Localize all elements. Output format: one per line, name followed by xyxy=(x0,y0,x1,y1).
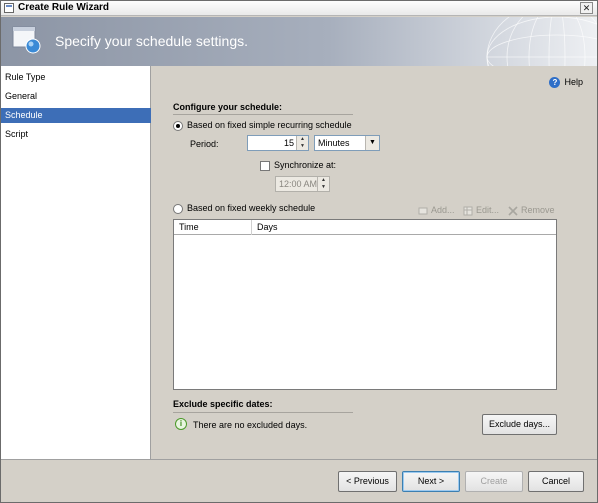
configure-schedule-heading: Configure your schedule: xyxy=(173,102,283,112)
nav-item-general[interactable]: General xyxy=(1,89,151,104)
column-header-time[interactable]: Time xyxy=(174,220,252,235)
table-header: Time Days xyxy=(174,220,556,235)
sync-time-stepper[interactable]: 12:00 AM ▲ ▼ xyxy=(275,176,330,192)
edit-icon xyxy=(463,206,473,216)
help-icon: ? xyxy=(549,77,561,89)
weekly-schedule-radio[interactable] xyxy=(173,203,183,214)
no-excluded-days-text: There are no excluded days. xyxy=(193,420,308,430)
recurring-schedule-option[interactable]: Based on fixed simple recurring schedule xyxy=(173,119,352,131)
section-divider xyxy=(173,114,353,115)
edit-label: Edit... xyxy=(476,205,500,215)
remove-label: Remove xyxy=(521,205,555,215)
help-link[interactable]: ? Help xyxy=(549,77,583,89)
synchronize-option[interactable]: Synchronize at: xyxy=(260,159,336,171)
sync-time-spin-buttons[interactable]: ▲ ▼ xyxy=(317,177,329,191)
wizard-step-icon xyxy=(12,26,41,54)
period-unit-select[interactable]: Minutes ▼ xyxy=(314,135,380,151)
exclude-dates-heading: Exclude specific dates: xyxy=(173,399,273,409)
period-stepper[interactable]: 15 ▲ ▼ xyxy=(247,135,309,151)
globe-watermark-icon xyxy=(486,17,597,66)
weekly-schedule-label: Based on fixed weekly schedule xyxy=(187,203,316,213)
synchronize-label: Synchronize at: xyxy=(274,160,337,170)
previous-button[interactable]: < Previous xyxy=(338,471,397,492)
wizard-footer: < Previous Next > Create Cancel xyxy=(1,459,597,502)
wizard-step-nav: Rule Type General Schedule Script xyxy=(1,66,151,459)
window-title: Create Rule Wizard xyxy=(18,2,110,13)
edit-button[interactable]: Edit... xyxy=(463,205,499,216)
title-bar[interactable]: Create Rule Wizard ✕ xyxy=(1,1,597,16)
sync-time-value: 12:00 AM xyxy=(279,179,318,189)
section-divider xyxy=(173,412,353,413)
spin-down-icon[interactable]: ▼ xyxy=(318,184,329,191)
close-button[interactable]: ✕ xyxy=(580,2,593,14)
remove-button[interactable]: Remove xyxy=(508,205,555,216)
period-spin-buttons[interactable]: ▲ ▼ xyxy=(296,136,308,150)
recurring-schedule-radio[interactable] xyxy=(173,120,183,131)
add-icon xyxy=(418,207,428,215)
synchronize-checkbox[interactable] xyxy=(260,160,270,171)
banner-title: Specify your schedule settings. xyxy=(55,33,248,49)
schedule-settings-pane: ? Help Configure your schedule: Based on … xyxy=(152,66,597,459)
add-button[interactable]: Add... xyxy=(418,205,455,216)
window-icon xyxy=(4,3,14,13)
nav-item-schedule[interactable]: Schedule xyxy=(1,108,151,123)
period-value: 15 xyxy=(283,138,294,148)
nav-item-rule-type[interactable]: Rule Type xyxy=(1,70,151,85)
remove-icon xyxy=(508,206,518,216)
column-header-days[interactable]: Days xyxy=(252,220,556,235)
spin-up-icon[interactable]: ▲ xyxy=(297,136,308,143)
spin-up-icon[interactable]: ▲ xyxy=(318,177,329,184)
info-icon: i xyxy=(175,418,187,430)
next-button[interactable]: Next > xyxy=(402,471,460,492)
header-banner: Specify your schedule settings. xyxy=(1,17,597,66)
weekly-schedule-option[interactable]: Based on fixed weekly schedule xyxy=(173,202,315,214)
cancel-button[interactable]: Cancel xyxy=(528,471,584,492)
nav-item-script[interactable]: Script xyxy=(1,127,151,142)
help-label: Help xyxy=(564,77,583,87)
weekly-schedule-table[interactable]: Time Days xyxy=(173,219,557,390)
period-label: Period: xyxy=(190,139,219,149)
add-label: Add... xyxy=(431,205,455,215)
chevron-down-icon[interactable]: ▼ xyxy=(365,136,379,150)
period-unit-value: Minutes xyxy=(318,138,350,148)
spin-down-icon[interactable]: ▼ xyxy=(297,143,308,150)
create-rule-wizard-window: Create Rule Wizard ✕ Specify your schedu… xyxy=(0,0,598,503)
exclude-days-button[interactable]: Exclude days... xyxy=(482,414,557,435)
recurring-schedule-label: Based on fixed simple recurring schedule xyxy=(187,120,352,130)
create-button[interactable]: Create xyxy=(465,471,523,492)
